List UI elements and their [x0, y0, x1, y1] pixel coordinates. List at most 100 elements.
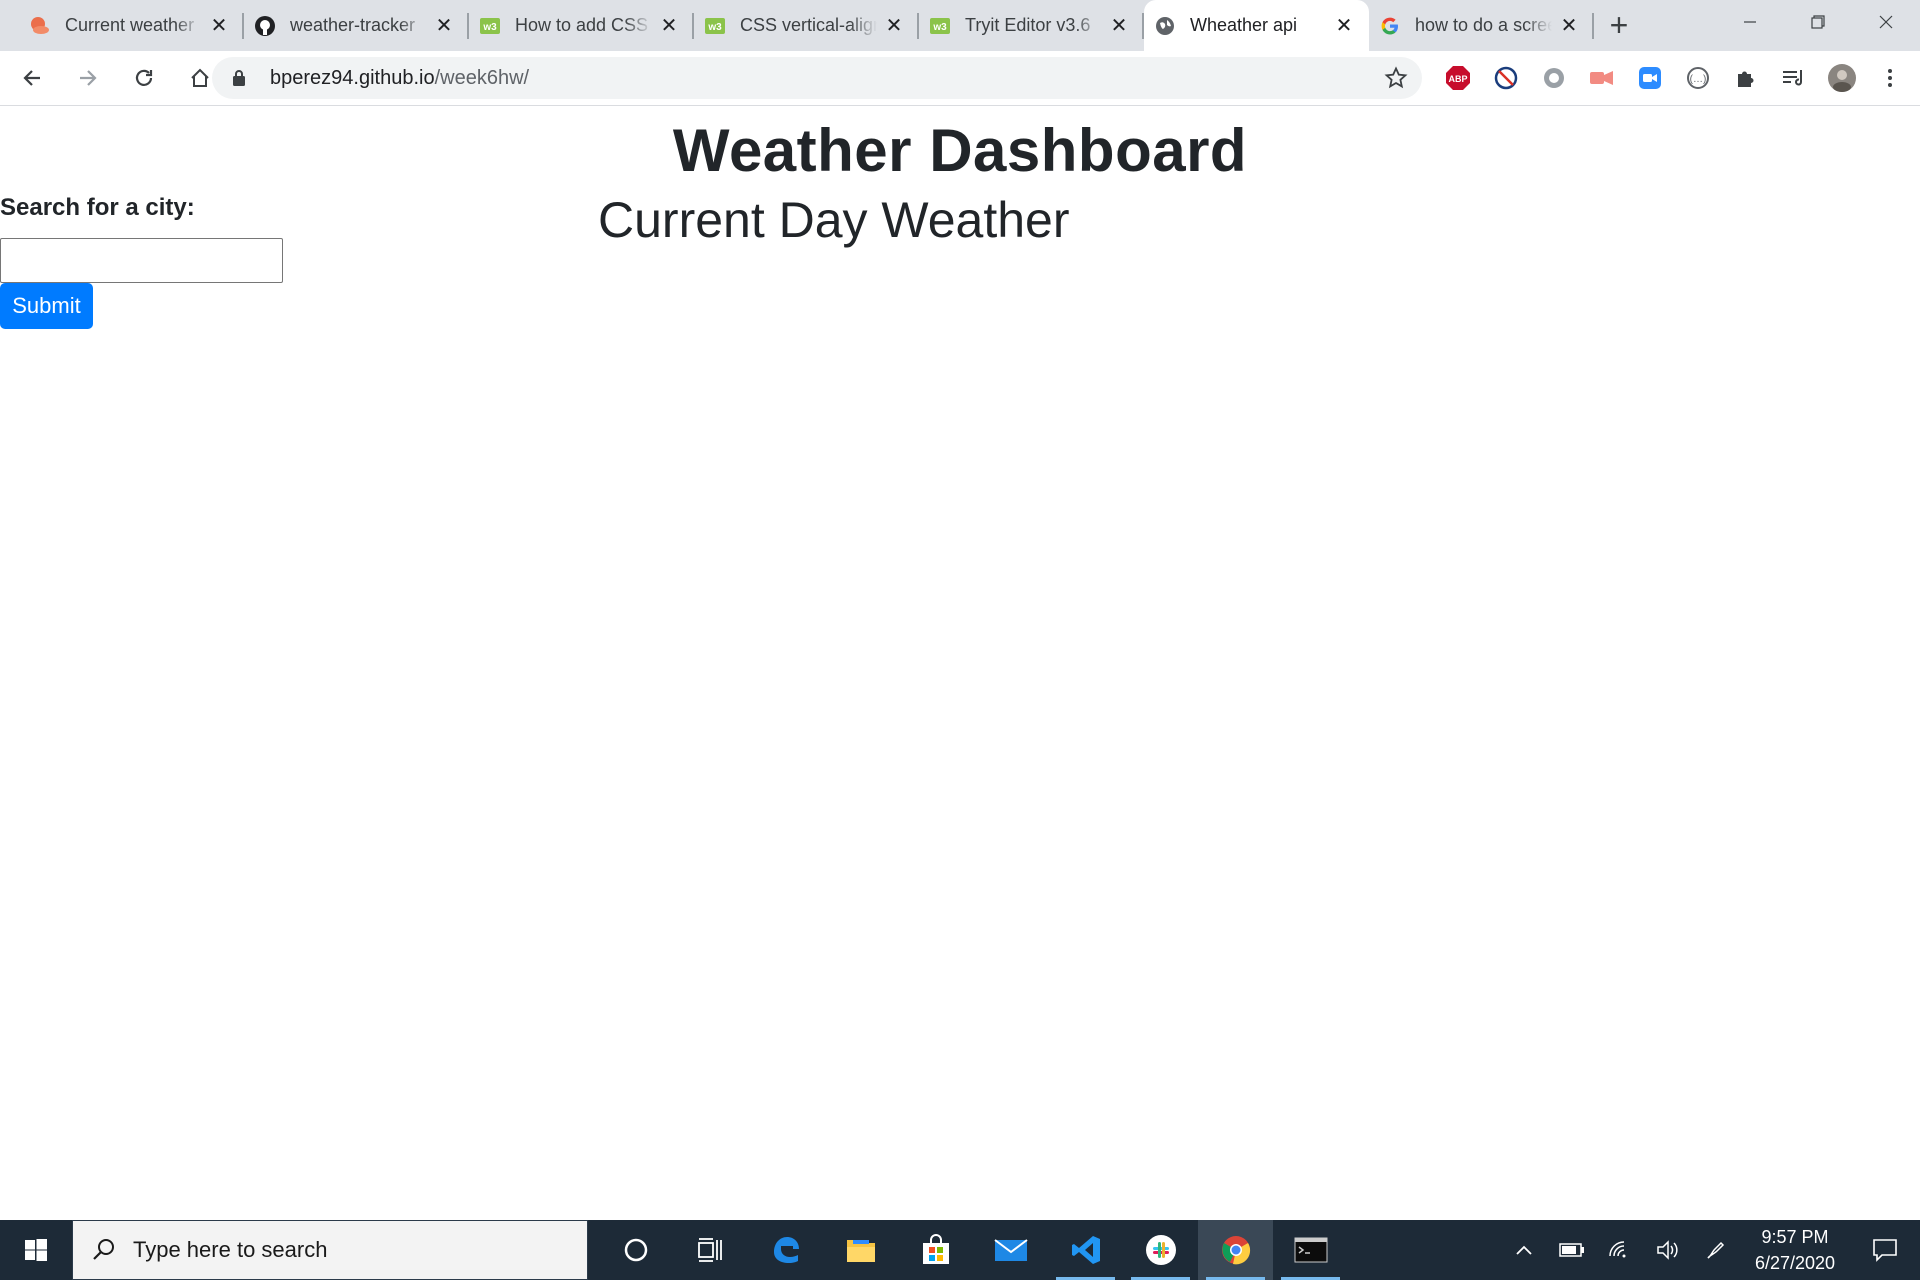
- browser-toolbar: bperez94.github.io/week6hw/ ABP (…): [0, 51, 1920, 106]
- tab-title: Tryit Editor v3.6: [965, 15, 1091, 35]
- w3schools-icon: w3: [929, 15, 951, 37]
- city-search-input[interactable]: [0, 238, 283, 283]
- volume-icon[interactable]: [1644, 1220, 1692, 1280]
- action-center-button[interactable]: [1850, 1220, 1920, 1280]
- screencast-icon[interactable]: [1578, 57, 1626, 99]
- tab-title: How to add CSS: [515, 15, 649, 35]
- extensions-area: ABP (…): [1434, 57, 1914, 99]
- search-placeholder: Type here to search: [133, 1237, 328, 1262]
- google-icon: [1379, 15, 1401, 37]
- folder-icon: [846, 1240, 875, 1262]
- menu-dots-icon[interactable]: [1866, 57, 1914, 99]
- svg-text:ABP: ABP: [1448, 74, 1467, 84]
- close-icon[interactable]: ✕: [433, 15, 455, 37]
- mail-icon: [993, 1239, 1028, 1261]
- url-text: bperez94.github.io/week6hw/: [270, 67, 529, 90]
- tab-scan-icon[interactable]: (…): [1674, 57, 1722, 99]
- terminal-icon: [1294, 1237, 1327, 1263]
- window-controls: [1716, 0, 1920, 44]
- tab-tryit-editor[interactable]: w3 Tryit Editor v3.6 ✕: [919, 0, 1144, 51]
- globe-icon: [1154, 15, 1176, 37]
- home-icon: [191, 68, 209, 87]
- lock-icon[interactable]: [228, 67, 250, 89]
- zoom-icon[interactable]: [1626, 57, 1674, 99]
- edge-app[interactable]: [748, 1220, 823, 1280]
- mail-app[interactable]: [973, 1220, 1048, 1280]
- terminal-app[interactable]: [1273, 1220, 1348, 1280]
- close-icon[interactable]: ✕: [1558, 15, 1580, 37]
- current-day-heading: Current Day Weather: [598, 192, 1070, 248]
- reload-icon: [135, 69, 153, 86]
- close-window-button[interactable]: [1852, 0, 1920, 44]
- reload-button[interactable]: [120, 54, 168, 102]
- adblock-plus-icon[interactable]: ABP: [1434, 57, 1482, 99]
- svg-text:(…): (…): [1690, 74, 1707, 85]
- back-arrow-icon: [23, 70, 40, 86]
- submit-button[interactable]: Submit: [0, 283, 93, 329]
- wifi-icon[interactable]: [1596, 1220, 1644, 1280]
- task-view-button[interactable]: [673, 1220, 748, 1280]
- taskbar-search-box[interactable]: Type here to search: [72, 1220, 588, 1280]
- close-icon[interactable]: ✕: [208, 15, 230, 37]
- tab-current-weather[interactable]: Current weather ✕: [19, 0, 244, 51]
- weather-cloud-icon: [29, 15, 51, 37]
- tab-title: CSS vertical-align: [740, 15, 877, 35]
- svg-text:w3: w3: [932, 22, 947, 33]
- chevron-up-icon: [1516, 1245, 1532, 1255]
- search-icon: [93, 1239, 114, 1260]
- tab-title: how to do a screenshot: [1415, 15, 1552, 35]
- new-tab-button[interactable]: +: [1594, 0, 1644, 51]
- media-queue-icon[interactable]: [1770, 57, 1818, 99]
- puzzle-extensions-icon[interactable]: [1722, 57, 1770, 99]
- w3schools-icon: w3: [704, 15, 726, 37]
- battery-icon[interactable]: [1548, 1220, 1596, 1280]
- restore-button[interactable]: [1784, 0, 1852, 44]
- task-view-icon: [697, 1238, 722, 1262]
- minimize-icon: [1744, 21, 1756, 23]
- tab-css-vertical-align[interactable]: w3 CSS vertical-align ✕: [694, 0, 919, 51]
- tab-strip: Current weather ✕ weather-tracker ✕ w3 H…: [0, 0, 1920, 51]
- svg-text:w3: w3: [482, 22, 497, 33]
- close-icon[interactable]: ✕: [658, 15, 680, 37]
- web-page: Weather Dashboard Search for a city: Sub…: [0, 106, 1920, 1220]
- slack-app[interactable]: [1123, 1220, 1198, 1280]
- close-icon[interactable]: ✕: [1333, 15, 1355, 37]
- chrome-app[interactable]: [1198, 1220, 1273, 1280]
- record-extension-icon[interactable]: [1530, 57, 1578, 99]
- tab-how-to-add-css[interactable]: w3 How to add CSS ✕: [469, 0, 694, 51]
- profile-avatar-icon[interactable]: [1818, 57, 1866, 99]
- bookmark-star-icon[interactable]: [1384, 66, 1408, 95]
- notification-icon: [1873, 1239, 1897, 1262]
- tab-wheather-api[interactable]: Wheather api ✕: [1144, 0, 1369, 51]
- minimize-button[interactable]: [1716, 0, 1784, 44]
- start-button[interactable]: [0, 1220, 72, 1280]
- url-host: bperez94.github.io: [270, 66, 435, 89]
- clock-time: 9:57 PM: [1761, 1227, 1829, 1247]
- tab-weather-tracker[interactable]: weather-tracker ✕: [244, 0, 469, 51]
- close-icon[interactable]: ✕: [883, 15, 905, 37]
- show-hidden-icons-button[interactable]: [1500, 1220, 1548, 1280]
- block-site-icon[interactable]: [1482, 57, 1530, 99]
- vscode-app[interactable]: [1048, 1220, 1123, 1280]
- tab-google-search[interactable]: how to do a screenshot ✕: [1369, 0, 1594, 51]
- restore-icon: [1811, 15, 1825, 29]
- tab-title: Wheather api: [1190, 15, 1298, 35]
- system-clock[interactable]: 9:57 PM 6/27/2020: [1740, 1220, 1850, 1280]
- clock-date: 6/27/2020: [1754, 1253, 1836, 1273]
- svg-text:w3: w3: [707, 22, 722, 33]
- search-label: Search for a city:: [0, 194, 195, 221]
- file-explorer-app[interactable]: [823, 1220, 898, 1280]
- vscode-icon: [1071, 1236, 1100, 1264]
- store-app[interactable]: [898, 1220, 973, 1280]
- chrome-icon: [1221, 1236, 1250, 1265]
- back-button[interactable]: [8, 54, 56, 102]
- tab-title: weather-tracker: [290, 15, 416, 35]
- github-icon: [254, 15, 276, 37]
- address-bar[interactable]: bperez94.github.io/week6hw/: [212, 57, 1422, 99]
- forward-arrow-icon: [80, 70, 97, 86]
- close-icon[interactable]: ✕: [1108, 15, 1130, 37]
- cortana-button[interactable]: [598, 1220, 673, 1280]
- system-tray: 9:57 PM 6/27/2020: [1500, 1220, 1920, 1280]
- pen-ink-icon[interactable]: [1692, 1220, 1740, 1280]
- forward-button[interactable]: [64, 54, 112, 102]
